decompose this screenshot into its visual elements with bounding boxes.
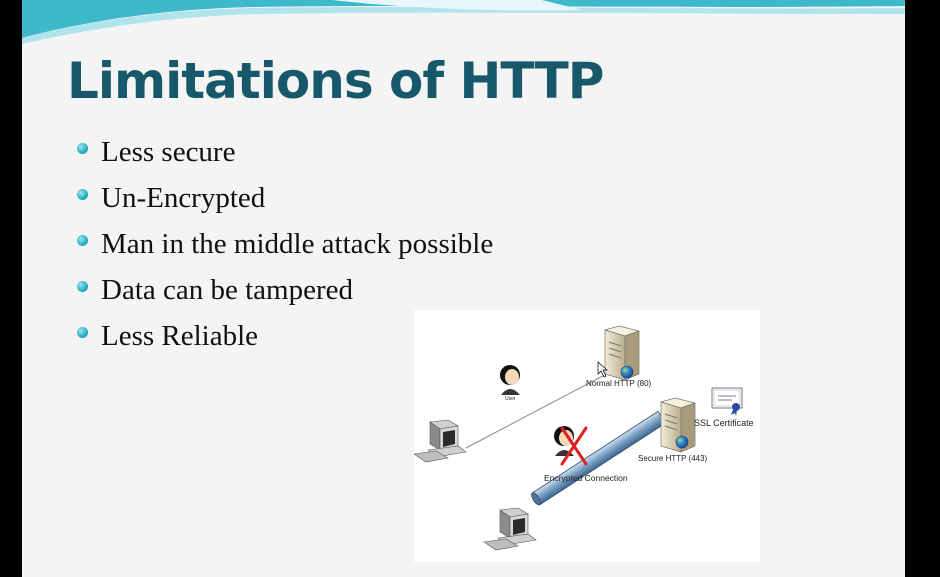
- computer-icon: [414, 419, 467, 463]
- bullet-dot-icon: [77, 143, 88, 154]
- secure-computer-icon: [483, 507, 537, 551]
- bullet-text: Data can be tampered: [101, 274, 353, 306]
- bullet-text: Man in the middle attack possible: [101, 228, 494, 260]
- secure-server-icon: [659, 397, 697, 453]
- list-item: Un-Encrypted: [77, 178, 493, 224]
- http-vs-https-diagram: Normal HTTP (80) Secure HTTP (443) SSL C…: [414, 310, 760, 562]
- ssl-certificate-icon: [711, 387, 743, 416]
- top-swoosh-decoration: [22, 0, 905, 44]
- cross-icon: [560, 426, 588, 466]
- ssl-certificate-label: SSL Certificate: [694, 418, 754, 428]
- tunnel-label: Encrypted Connection: [544, 473, 628, 483]
- page-title: Limitations of HTTP: [67, 52, 604, 110]
- list-item: Less secure: [77, 132, 493, 178]
- bullet-dot-icon: [77, 235, 88, 246]
- user-label: User: [505, 396, 516, 402]
- slide: Limitations of HTTP Less secure Un-Encry…: [22, 0, 905, 577]
- bullet-text: Un-Encrypted: [101, 182, 266, 214]
- server-icon: [603, 325, 641, 381]
- bullet-text: Less secure: [101, 136, 236, 168]
- list-item: Man in the middle attack possible: [77, 224, 493, 270]
- user-icon: [500, 365, 520, 395]
- normal-server-label: Normal HTTP (80): [586, 379, 652, 388]
- bullet-dot-icon: [77, 189, 88, 200]
- bullet-dot-icon: [77, 327, 88, 338]
- secure-server-label: Secure HTTP (443): [638, 454, 708, 463]
- bullet-dot-icon: [77, 281, 88, 292]
- bullet-text: Less Reliable: [101, 320, 259, 352]
